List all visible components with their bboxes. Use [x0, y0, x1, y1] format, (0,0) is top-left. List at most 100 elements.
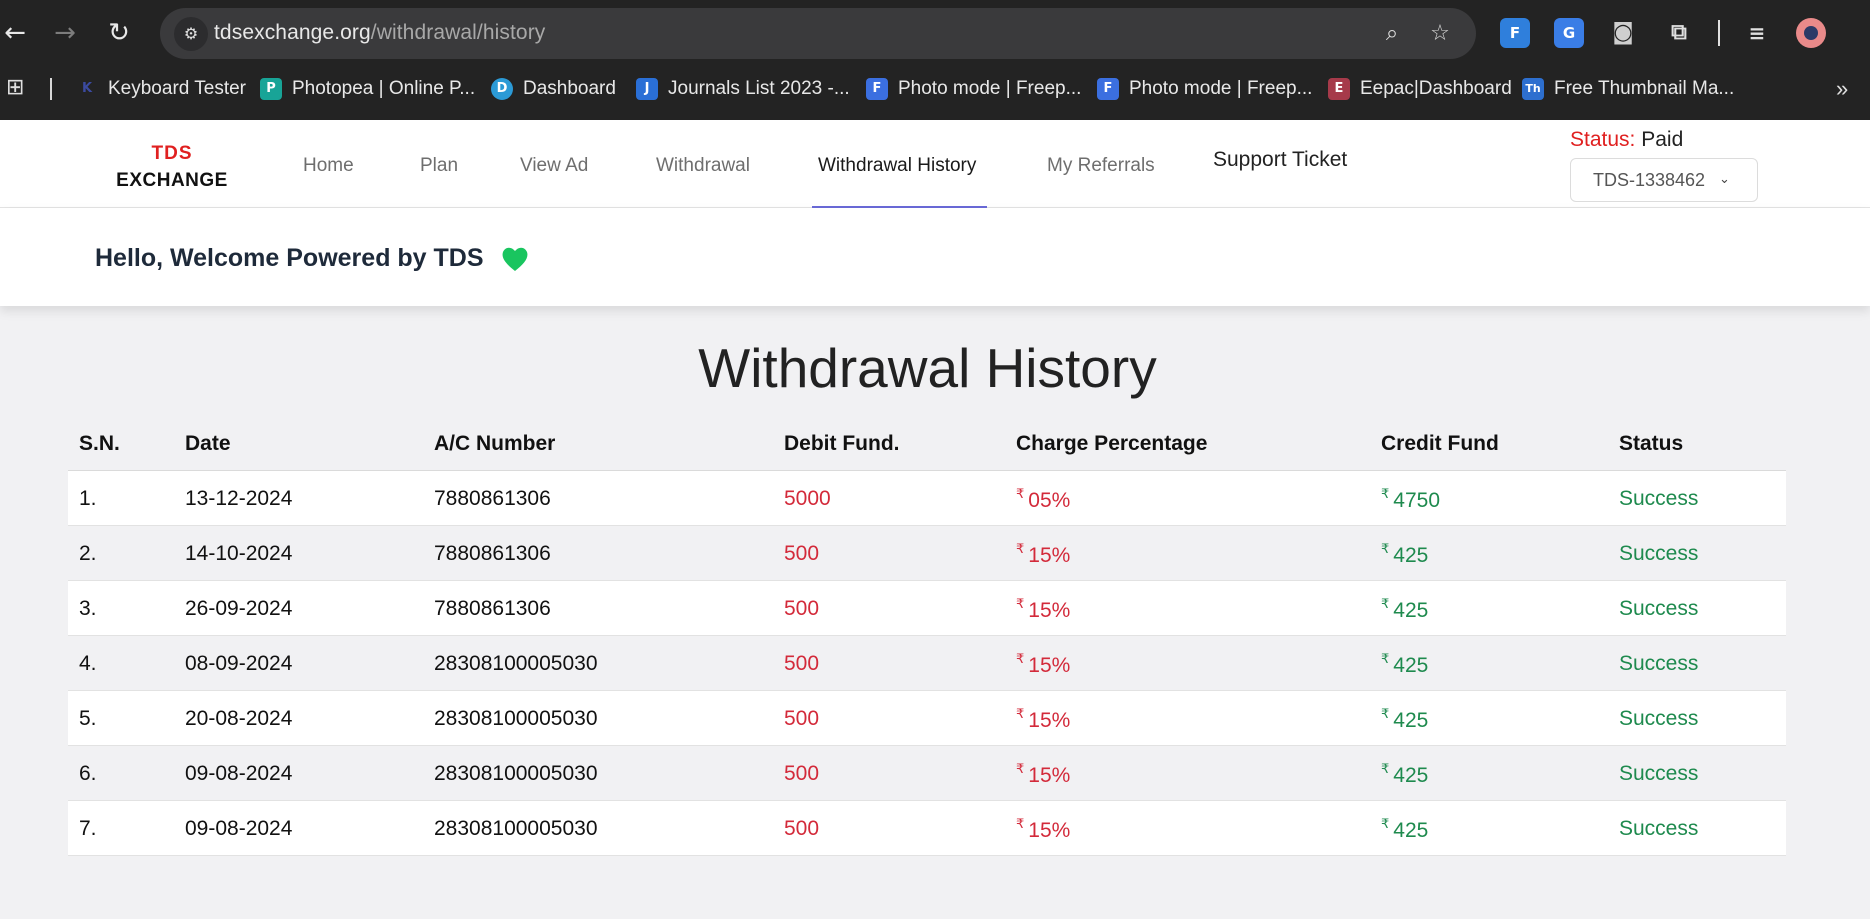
column-header: Debit Fund.: [784, 432, 900, 455]
bookmark-label: Free Thumbnail Ma...: [1554, 78, 1735, 99]
bookmark-item[interactable]: P Photopea | Online P...: [260, 74, 475, 104]
cell-charge: ₹05%: [1016, 487, 1070, 513]
column-header: A/C Number: [434, 432, 556, 455]
eepac-favicon: E: [1328, 78, 1350, 100]
nav-support-ticket[interactable]: Support Ticket: [1213, 148, 1347, 172]
nav-withdrawal[interactable]: Withdrawal: [656, 155, 750, 177]
column-header: Charge Percentage: [1016, 432, 1208, 455]
cell-debit: 500: [784, 707, 820, 730]
rupee-icon: ₹: [1016, 817, 1025, 832]
nav-withdrawal-history[interactable]: Withdrawal History: [818, 155, 976, 177]
rupee-icon: ₹: [1381, 817, 1390, 832]
rupee-icon: ₹: [1381, 597, 1390, 612]
site-logo[interactable]: TDS EXCHANGE: [110, 140, 234, 194]
photopea-favicon: P: [260, 78, 282, 100]
zoom-icon[interactable]: ⌕: [1378, 20, 1406, 48]
table-row: 3. 26-09-2024 7880861306 500 ₹15% ₹425 Success: [68, 581, 1786, 636]
rupee-icon: ₹: [1381, 487, 1390, 502]
bookmarks-overflow-chevron-icon[interactable]: »: [1836, 76, 1848, 102]
nav-plan[interactable]: Plan: [420, 155, 458, 177]
url-host: tdsexchange.org: [214, 21, 371, 44]
site-info-icon[interactable]: ⚙: [174, 17, 208, 51]
rupee-icon: ₹: [1016, 542, 1025, 557]
welcome-text: Hello, Welcome Powered by TDS: [95, 244, 484, 272]
nav-my-referrals[interactable]: My Referrals: [1047, 155, 1155, 177]
nav-home[interactable]: Home: [303, 155, 354, 177]
page-title: Withdrawal History: [698, 337, 1157, 399]
bookmark-star-icon[interactable]: ☆: [1426, 20, 1454, 48]
cell-ac-number: 28308100005030: [434, 762, 598, 785]
charge-value: 15%: [1028, 764, 1071, 787]
cell-charge: ₹15%: [1016, 707, 1070, 733]
cell-ac-number: 7880861306: [434, 542, 551, 565]
charge-value: 15%: [1028, 544, 1071, 567]
thumbnail-favicon: Th: [1522, 78, 1544, 100]
url-text[interactable]: tdsexchange.org/withdrawal/history: [214, 21, 545, 45]
extensions-puzzle-icon[interactable]: ⧉: [1664, 18, 1694, 48]
keyboard-tester-favicon: K: [81, 81, 93, 96]
logo-line-1: TDS: [151, 143, 193, 164]
column-header: Credit Fund: [1381, 432, 1499, 455]
bookmark-item[interactable]: J Journals List 2023 -...: [636, 74, 850, 104]
bookmark-item[interactable]: D Dashboard: [491, 74, 616, 104]
rupee-icon: ₹: [1016, 762, 1025, 777]
table-row: 4. 08-09-2024 28308100005030 500 ₹15% ₹425 Suc…: [68, 636, 1786, 691]
cell-date: 09-08-2024: [185, 817, 293, 840]
table-row: 7. 09-08-2024 28308100005030 500 ₹15% ₹425 Suc…: [68, 801, 1786, 856]
bookmark-label: Photo mode | Freep...: [1129, 78, 1313, 99]
status-badge: Success: [1619, 487, 1699, 510]
cell-sn: 3.: [79, 597, 97, 620]
google-translate-icon[interactable]: G: [1554, 18, 1584, 48]
status-badge: Success: [1619, 652, 1699, 675]
chevron-down-icon: ⌄: [1719, 172, 1730, 187]
cell-date: 26-09-2024: [185, 597, 293, 620]
credit-value: 425: [1393, 654, 1429, 677]
cell-charge: ₹15%: [1016, 597, 1070, 623]
cell-sn: 5.: [79, 707, 97, 730]
apps-grid-icon[interactable]: ⊞: [6, 76, 30, 100]
browser-chrome: ← → ↻ ⚙ tdsexchange.org/withdrawal/histo…: [0, 0, 1870, 120]
media-queue-icon[interactable]: ≡: [1742, 18, 1772, 48]
cell-charge: ₹15%: [1016, 762, 1070, 788]
bookmark-item[interactable]: F Photo mode | Freep...: [1097, 74, 1312, 104]
bookmark-label: Photo mode | Freep...: [898, 78, 1082, 99]
reload-icon[interactable]: ↻: [104, 18, 134, 48]
profile-avatar[interactable]: [1796, 18, 1826, 48]
back-arrow-icon[interactable]: ←: [0, 18, 30, 48]
credit-value: 4750: [1393, 489, 1440, 512]
bookmark-label: Keyboard Tester: [108, 78, 247, 99]
account-dropdown[interactable]: TDS-1338462 ⌄: [1570, 158, 1758, 202]
credit-value: 425: [1393, 599, 1429, 622]
cell-charge: ₹15%: [1016, 542, 1070, 568]
rupee-icon: ₹: [1016, 487, 1025, 502]
cell-debit: 500: [784, 817, 820, 840]
table-row: 5. 20-08-2024 28308100005030 500 ₹15% ₹425 Suc…: [68, 691, 1786, 746]
column-header: Status: [1619, 432, 1684, 455]
bookmark-item[interactable]: K Keyboard Tester: [76, 74, 246, 104]
bookmark-item[interactable]: E Eepac|Dashboard: [1328, 74, 1512, 104]
bookmark-item[interactable]: F Photo mode | Freep...: [866, 74, 1081, 104]
charge-value: 15%: [1028, 654, 1071, 677]
cell-ac-number: 7880861306: [434, 487, 551, 510]
column-header: S.N.: [79, 432, 120, 455]
site-header: TDS EXCHANGE Home Plan View Ad Withdrawa…: [0, 120, 1870, 208]
cell-debit: 500: [784, 542, 820, 565]
freepik-favicon: F: [1097, 78, 1119, 100]
address-bar[interactable]: ⚙ tdsexchange.org/withdrawal/history ⌕ ☆: [160, 8, 1476, 59]
table-row: 6. 09-08-2024 28308100005030 500 ₹15% ₹425 Suc…: [68, 746, 1786, 801]
credit-value: 425: [1393, 764, 1429, 787]
credit-value: 425: [1393, 819, 1429, 842]
camera-icon[interactable]: ◙: [1608, 18, 1638, 48]
cell-debit: 500: [784, 652, 820, 675]
cell-credit: ₹4750: [1381, 487, 1440, 513]
rupee-icon: ₹: [1381, 652, 1390, 667]
credit-value: 425: [1393, 709, 1429, 732]
cell-credit: ₹425: [1381, 707, 1428, 733]
nav-view-ad[interactable]: View Ad: [520, 155, 588, 177]
rupee-icon: ₹: [1016, 597, 1025, 612]
extension-f-icon[interactable]: F: [1500, 18, 1530, 48]
bookmark-item[interactable]: Th Free Thumbnail Ma...: [1522, 74, 1734, 104]
cell-ac-number: 28308100005030: [434, 652, 598, 675]
forward-arrow-icon[interactable]: →: [50, 18, 80, 48]
rupee-icon: ₹: [1016, 652, 1025, 667]
